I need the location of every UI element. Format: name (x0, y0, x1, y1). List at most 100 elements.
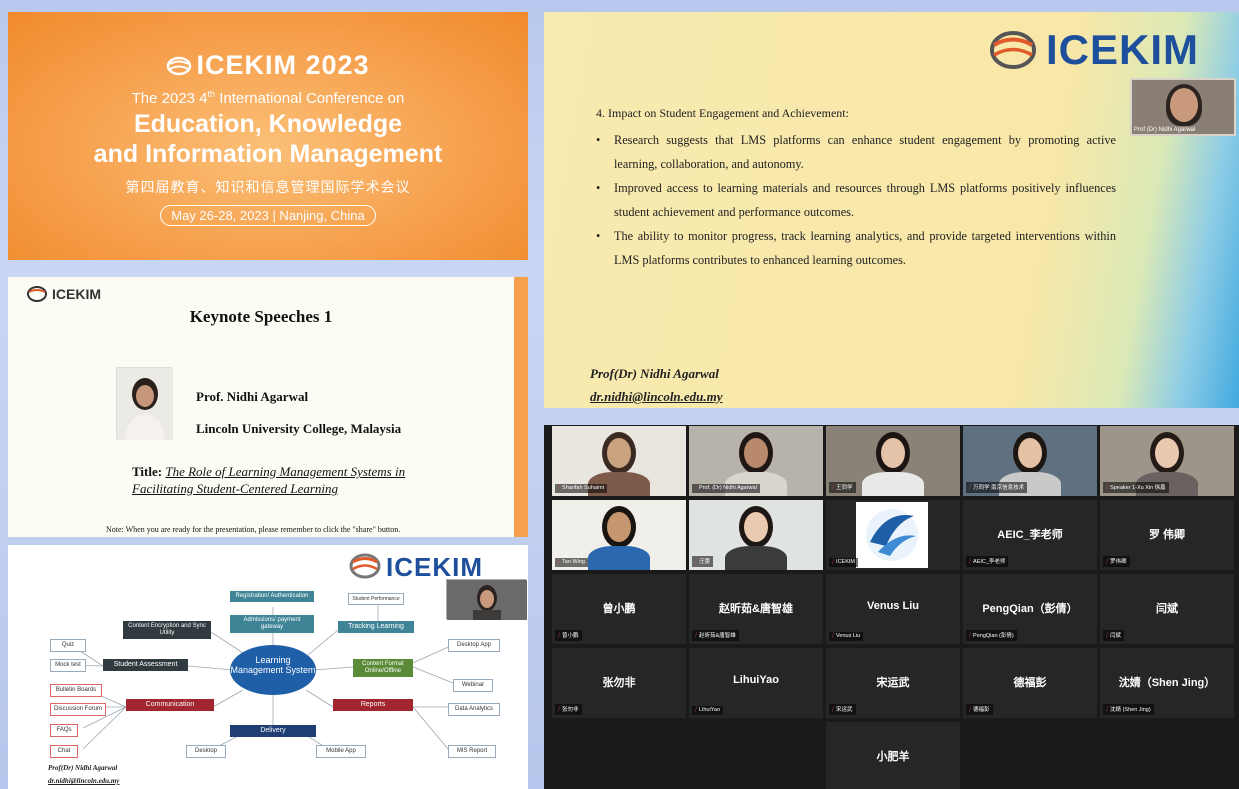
conference-banner: ICEKIM 2023 The 2023 4th International C… (8, 12, 528, 260)
participant-tile[interactable]: 德福彭 ⧸ 德福彭 (963, 648, 1097, 718)
participant-name: 小肥羊 (876, 751, 910, 763)
muted-mic-icon: ⧸ (969, 633, 972, 639)
participant-label-text: Tan Wing (562, 559, 585, 565)
icekim-logo-icon (167, 56, 192, 76)
share-note: Note: When you are ready for the present… (106, 525, 401, 534)
participant-label-text: 沈婧 (Shen Jing) (1110, 707, 1151, 713)
speaker-photo (116, 367, 173, 440)
participant-tile[interactable]: AEIC_李老师 ⧸ AEIC_李老师 (963, 500, 1097, 570)
muted-mic-icon: ⧸ (695, 559, 698, 565)
icekim-logo-icon (990, 31, 1036, 69)
keynote-slide: ICEKIM Keynote Speeches 1 Prof. Nidhi Ag… (8, 277, 528, 537)
participant-gallery: ⧸ Sharifah Suhaimi ⧸ Prof. (Dr) Nidhi Agarw… (544, 425, 1239, 789)
muted-mic-icon: ⧸ (695, 633, 698, 639)
engagement-heading: 4. Impact on Student Engagement and Achi… (596, 106, 849, 120)
participant-label: ⧸ ICEKIM (829, 558, 858, 567)
participant-label-text: 赵昕茹&唐智雄 (699, 633, 736, 639)
node-mock-test: Mock test (50, 659, 86, 673)
participant-label: ⧸ Sharifah Suhaimi (555, 484, 607, 493)
engagement-logo: ICEKIM (988, 26, 1199, 74)
participant-tile[interactable]: ⧸ 汪蕾 (689, 500, 823, 570)
engagement-slide: ICEKIM Prof (Dr) Nidhi Agarwal 4. Impact… (544, 12, 1239, 408)
participant-name: 赵昕茹&唐智雄 (719, 603, 793, 615)
presenter-camera-label: Prof (Dr) Nidhi Agarwal (1134, 127, 1196, 133)
node-data-analytics: Data Analytics (448, 703, 500, 717)
participant-label: ⧸ 王同学 (829, 482, 856, 493)
participant-tile[interactable]: ⧸ Prof. (Dr) Nidhi Agarwal (689, 426, 823, 496)
lms-mindmap-slide: ICEKIM Registration/ Authentication Admi… (8, 545, 528, 789)
participant-tile[interactable]: 沈婧（Shen Jing） ⧸ 沈婧 (Shen Jing) (1100, 648, 1234, 718)
participant-label-text: 德福彭 (973, 707, 990, 713)
participant-name: 罗 伟卿 (1148, 529, 1186, 541)
participant-tile[interactable]: ⧸ Tan Wing (552, 500, 686, 570)
participant-label-text: Venus Liu (836, 633, 861, 639)
participant-tile[interactable]: 罗 伟卿 ⧸ 罗伟卿 (1100, 500, 1234, 570)
participant-tile[interactable]: ⧸ Sharifah Suhaimi (552, 426, 686, 496)
node-desktop-app: Desktop App (448, 639, 500, 653)
participant-label: ⧸ Speaker 1-Xu Xin 徐鑫 (1103, 482, 1169, 493)
participant-label: ⧸ Tan Wing (555, 558, 588, 567)
participant-tile[interactable]: LihuiYao ⧸ LihuiYao (689, 648, 823, 718)
participant-label-text: 万同学 南京信息技术 (973, 485, 1025, 491)
participant-label-text: 张勿非 (562, 707, 579, 713)
muted-mic-icon: ⧸ (1106, 485, 1109, 491)
participant-tile[interactable]: ⧸ Speaker 1-Xu Xin 徐鑫 (1100, 426, 1234, 496)
node-content-format: Content Format Online/Offline (353, 659, 413, 678)
participant-tile[interactable]: ⧸ 王同学 (826, 426, 960, 496)
participant-tile[interactable]: Venus Liu ⧸ Venus Liu (826, 574, 960, 644)
presenter-email[interactable]: dr.nidhi@lincoln.edu.my (590, 389, 723, 405)
node-student-performance: Student Performance (348, 593, 404, 605)
muted-mic-icon: ⧸ (969, 707, 972, 713)
participant-tile[interactable]: ⧸ 万同学 南京信息技术 (963, 426, 1097, 496)
mindmap-presenter-email[interactable]: dr.nidhi@lincoln.edu.my (48, 777, 119, 785)
muted-mic-icon: ⧸ (832, 633, 835, 639)
participant-label: ⧸ 赵昕茹&唐智雄 (692, 630, 739, 641)
presenter-camera: Prof (Dr) Nidhi Agarwal (1130, 78, 1236, 136)
participant-name: AEIC_李老师 (997, 529, 1063, 541)
muted-mic-icon: ⧸ (1106, 707, 1109, 713)
muted-mic-icon: ⧸ (558, 707, 561, 713)
participant-label-text: AEIC_李老师 (973, 559, 1006, 565)
mindmap-presenter-name: Prof(Dr) Nidhi Agarwal (48, 764, 118, 772)
muted-mic-icon: ⧸ (969, 559, 972, 565)
participant-tile[interactable]: PengQian（彭倩） ⧸ PengQian (彭倩) (963, 574, 1097, 644)
muted-mic-icon: ⧸ (832, 559, 835, 565)
participant-name: 德福彭 (1013, 677, 1047, 689)
muted-mic-icon: ⧸ (969, 485, 972, 491)
participant-tile[interactable]: ⧸ ICEKIM (826, 500, 960, 570)
speaker-name: Prof. Nidhi Agarwal (196, 389, 309, 404)
participant-name: 宋运武 (876, 677, 910, 689)
participant-label: ⧸ AEIC_李老师 (966, 556, 1009, 567)
banner-brand-text: ICEKIM 2023 (196, 50, 370, 80)
node-quiz: Quiz (50, 639, 86, 653)
banner-chinese-title: 第四届教育、知识和信息管理国际学术会议 (125, 179, 411, 195)
presenter-name: Prof(Dr) Nidhi Agarwal (590, 366, 719, 381)
muted-mic-icon: ⧸ (1106, 559, 1109, 565)
participant-tile[interactable]: 曾小鹏 ⧸ 曾小鹏 (552, 574, 686, 644)
node-communication: Communication (126, 699, 214, 712)
participant-label-text: Speaker 1-Xu Xin 徐鑫 (1110, 485, 1166, 491)
participant-label: ⧸ 罗伟卿 (1103, 556, 1130, 567)
participant-label: ⧸ 汪蕾 (692, 556, 714, 567)
participant-tile[interactable]: 赵昕茹&唐智雄 ⧸ 赵昕茹&唐智雄 (689, 574, 823, 644)
banner-line-1: Education, Knowledge (133, 110, 403, 138)
node-mis-report: MIS Report (448, 745, 496, 759)
participant-label-text: 王同学 (836, 485, 853, 491)
node-assessment: Student Assessment (103, 659, 188, 672)
participant-tile[interactable]: 小肥羊 (826, 722, 960, 789)
banner-subtitle: The 2023 4th International Conference on (131, 89, 405, 107)
participant-label: ⧸ 宋运武 (829, 704, 856, 715)
participant-name: PengQian（彭倩） (982, 603, 1078, 615)
participant-tile[interactable]: 宋运武 ⧸ 宋运武 (826, 648, 960, 718)
muted-mic-icon: ⧸ (695, 707, 698, 713)
participant-label-text: Prof. (Dr) Nidhi Agarwal (699, 485, 757, 491)
participant-tile[interactable]: 闫斌 ⧸ 闫斌 (1100, 574, 1234, 644)
muted-mic-icon: ⧸ (1106, 633, 1109, 639)
node-chat: Chat (50, 745, 78, 759)
banner-line-2: and Information Management (93, 140, 443, 168)
muted-mic-icon: ⧸ (558, 633, 561, 639)
engagement-bullet-list: Research suggests that LMS platforms can… (596, 128, 1116, 272)
keynote-title: Keynote Speeches 1 (189, 307, 333, 326)
participant-tile[interactable]: 张勿非 ⧸ 张勿非 (552, 648, 686, 718)
muted-mic-icon: ⧸ (558, 485, 561, 491)
